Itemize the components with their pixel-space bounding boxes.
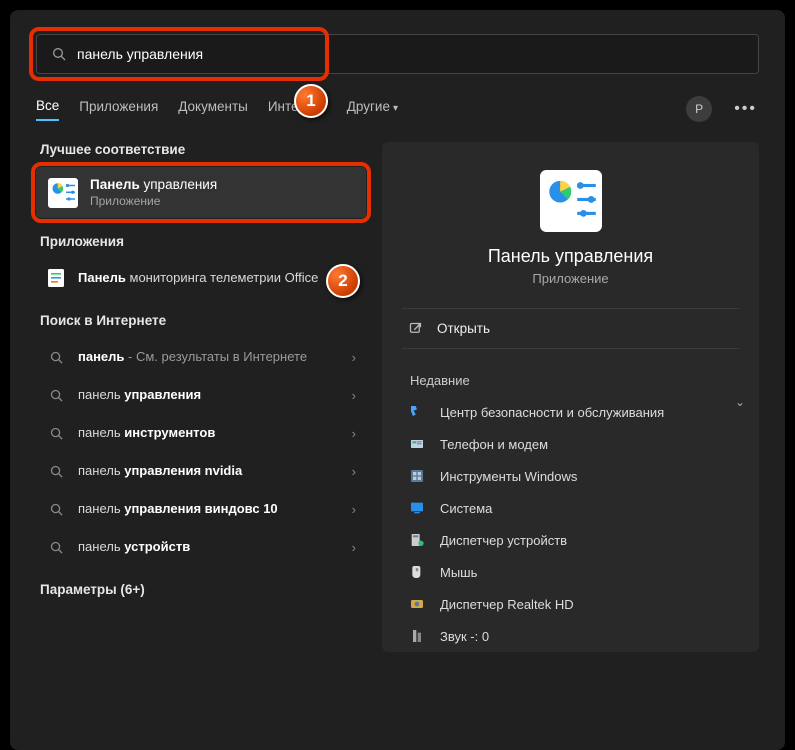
recent-item[interactable]: Центр безопасности и обслуживания: [402, 396, 739, 428]
recent-item-label: Система: [440, 501, 492, 516]
open-icon: [408, 321, 423, 336]
search-input[interactable]: [77, 46, 744, 62]
detail-app-icon: [540, 170, 602, 232]
web-result[interactable]: панель управления виндовс 10 ›: [36, 490, 366, 528]
recent-item[interactable]: Мышь: [402, 556, 739, 588]
user-avatar[interactable]: P: [686, 96, 712, 122]
open-action[interactable]: Открыть: [402, 308, 739, 349]
annotation-badge-1: 1: [294, 84, 328, 118]
web-result[interactable]: панель - См. результаты в Интернете ›: [36, 338, 366, 376]
recent-item-icon: [408, 531, 426, 549]
recent-item-label: Инструменты Windows: [440, 469, 577, 484]
app-result[interactable]: Панель мониторинга телеметрии Office ›: [36, 259, 366, 297]
expand-toggle[interactable]: ⌄: [735, 395, 745, 409]
control-panel-icon: [48, 178, 78, 208]
recent-item[interactable]: Инструменты Windows: [402, 460, 739, 492]
search-icon: [46, 385, 66, 405]
search-box[interactable]: [36, 34, 759, 74]
recent-item-label: Мышь: [440, 565, 477, 580]
search-icon: [46, 347, 66, 367]
chevron-right-icon: ›: [352, 388, 356, 403]
recent-item-label: Диспетчер Realtek HD: [440, 597, 574, 612]
best-match-result[interactable]: Панель управления Приложение: [36, 167, 366, 218]
recent-item[interactable]: Телефон и модем: [402, 428, 739, 460]
chevron-down-icon: ▾: [393, 103, 398, 114]
recent-item-icon: [408, 467, 426, 485]
recent-item-icon: [408, 435, 426, 453]
app-result-label: Панель мониторинга телеметрии Office: [78, 269, 340, 287]
recent-item-icon: [408, 563, 426, 581]
web-result[interactable]: панель инструментов ›: [36, 414, 366, 452]
app-file-icon: [46, 268, 66, 288]
web-result-label: панель управления nvidia: [78, 462, 340, 480]
chevron-right-icon: ›: [352, 426, 356, 441]
web-result[interactable]: панель управления ›: [36, 376, 366, 414]
chevron-right-icon: ›: [352, 502, 356, 517]
section-web-search: Поиск в Интернете: [40, 313, 366, 328]
search-icon: [46, 499, 66, 519]
recent-item-icon: [408, 403, 426, 421]
chevron-right-icon: ›: [352, 350, 356, 365]
detail-subtitle: Приложение: [402, 271, 739, 286]
web-result-label: панель - См. результаты в Интернете: [78, 348, 340, 366]
recent-item[interactable]: Диспетчер устройств: [402, 524, 739, 556]
chevron-right-icon: ›: [352, 464, 356, 479]
web-result-label: панель управления: [78, 386, 340, 404]
search-icon: [51, 46, 67, 62]
web-result-label: панель устройств: [78, 538, 340, 556]
section-best-match: Лучшее соответствие: [40, 142, 366, 157]
recent-item-label: Звук -: 0: [440, 629, 489, 644]
recent-item-icon: [408, 595, 426, 613]
open-label: Открыть: [437, 321, 490, 336]
detail-title: Панель управления: [402, 246, 739, 267]
recent-item-label: Центр безопасности и обслуживания: [440, 405, 664, 420]
recent-item[interactable]: Система: [402, 492, 739, 524]
chevron-right-icon: ›: [352, 540, 356, 555]
recent-item-icon: [408, 627, 426, 645]
best-match-title: Панель управления: [90, 177, 217, 192]
more-options-button[interactable]: •••: [732, 100, 759, 118]
web-result[interactable]: панель устройств ›: [36, 528, 366, 566]
recent-item-icon: [408, 499, 426, 517]
tab-apps[interactable]: Приложения: [79, 99, 158, 120]
recent-item[interactable]: Диспетчер Realtek HD: [402, 588, 739, 620]
recent-item-label: Телефон и модем: [440, 437, 548, 452]
search-icon: [46, 537, 66, 557]
section-apps: Приложения: [40, 234, 366, 249]
tab-more[interactable]: Другие▾: [347, 99, 398, 120]
best-match-subtitle: Приложение: [90, 194, 217, 208]
tab-all[interactable]: Все: [36, 98, 59, 121]
web-result-label: панель инструментов: [78, 424, 340, 442]
web-result-label: панель управления виндовс 10: [78, 500, 340, 518]
annotation-badge-2: 2: [326, 264, 360, 298]
recent-item[interactable]: Звук -: 0: [402, 620, 739, 652]
web-result[interactable]: панель управления nvidia ›: [36, 452, 366, 490]
tab-documents[interactable]: Документы: [178, 99, 248, 120]
search-icon: [46, 423, 66, 443]
search-icon: [46, 461, 66, 481]
recent-item-label: Диспетчер устройств: [440, 533, 567, 548]
section-settings: Параметры (6+): [40, 582, 366, 597]
recent-heading: Недавние: [410, 373, 739, 388]
